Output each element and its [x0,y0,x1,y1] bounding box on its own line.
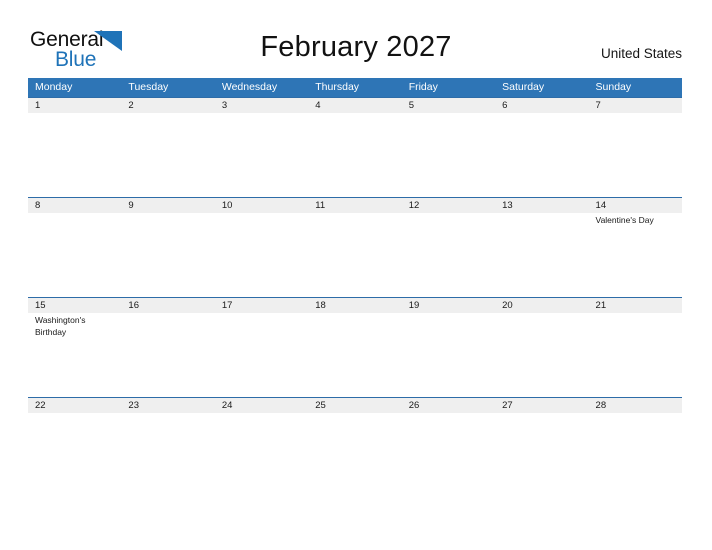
day-event[interactable] [589,113,682,197]
day-event[interactable] [215,213,308,297]
day-number[interactable]: 16 [121,298,214,313]
calendar-week-row: 22 23 24 25 26 27 28 [28,397,682,497]
week-event-band: Valentine's Day [28,213,682,297]
day-event[interactable] [495,113,588,197]
day-number[interactable]: 3 [215,98,308,113]
day-event[interactable] [28,413,121,497]
day-number[interactable]: 26 [402,398,495,413]
day-event-washingtons-birthday[interactable]: Washington's Birthday [28,313,121,397]
week-number-band: 1 2 3 4 5 6 7 [28,98,682,113]
day-header-saturday: Saturday [502,81,545,93]
day-event[interactable] [308,213,401,297]
calendar-page: General Blue February 2027 United States… [0,0,712,550]
day-number[interactable]: 12 [402,198,495,213]
day-event[interactable] [495,313,588,397]
day-number[interactable]: 19 [402,298,495,313]
day-number[interactable]: 23 [121,398,214,413]
day-number[interactable]: 11 [308,198,401,213]
day-number[interactable]: 7 [589,98,682,113]
calendar-week-row: 8 9 10 11 12 13 14 Valentine's Day [28,197,682,297]
week-number-band: 22 23 24 25 26 27 28 [28,398,682,413]
calendar-week-row: 15 16 17 18 19 20 21 Washington's Birthd… [28,297,682,397]
day-number[interactable]: 24 [215,398,308,413]
day-number[interactable]: 10 [215,198,308,213]
day-header-thursday: Thursday [315,81,360,93]
day-event[interactable] [589,413,682,497]
day-number[interactable]: 21 [589,298,682,313]
day-event[interactable] [402,213,495,297]
day-event[interactable] [402,113,495,197]
day-number[interactable]: 4 [308,98,401,113]
page-header: General Blue February 2027 United States [0,0,712,78]
day-event[interactable] [28,213,121,297]
day-number[interactable]: 2 [121,98,214,113]
day-event[interactable] [121,313,214,397]
day-event[interactable] [121,413,214,497]
day-event-valentines[interactable]: Valentine's Day [589,213,682,297]
day-header-sunday: Sunday [595,81,632,93]
day-number[interactable]: 27 [495,398,588,413]
day-number[interactable]: 28 [589,398,682,413]
day-number[interactable]: 15 [28,298,121,313]
day-header-monday: Monday [35,81,73,93]
week-number-band: 8 9 10 11 12 13 14 [28,198,682,213]
day-number[interactable]: 17 [215,298,308,313]
day-number[interactable]: 13 [495,198,588,213]
day-number[interactable]: 18 [308,298,401,313]
calendar-week-row: 1 2 3 4 5 6 7 [28,97,682,197]
day-event[interactable] [215,413,308,497]
day-event[interactable] [495,213,588,297]
day-header-tuesday: Tuesday [128,81,169,93]
day-event[interactable] [215,313,308,397]
day-number[interactable]: 20 [495,298,588,313]
day-number[interactable]: 25 [308,398,401,413]
day-event[interactable] [402,313,495,397]
week-event-band [28,413,682,497]
day-event[interactable] [215,113,308,197]
day-event[interactable] [308,113,401,197]
day-event[interactable] [121,213,214,297]
day-header-wednesday: Wednesday [221,81,278,93]
day-of-week-header-row: Monday Tuesday Wednesday Thursday Friday… [28,78,682,97]
day-event[interactable] [28,113,121,197]
day-number[interactable]: 5 [402,98,495,113]
day-header-friday: Friday [408,81,438,93]
day-number[interactable]: 6 [495,98,588,113]
day-number[interactable]: 1 [28,98,121,113]
day-event[interactable] [495,413,588,497]
day-event[interactable] [589,313,682,397]
week-event-band: Washington's Birthday [28,313,682,397]
day-event[interactable] [402,413,495,497]
day-number[interactable]: 22 [28,398,121,413]
day-event[interactable] [308,313,401,397]
day-event[interactable] [308,413,401,497]
week-event-band [28,113,682,197]
country-label: United States [600,46,682,61]
week-number-band: 15 16 17 18 19 20 21 [28,298,682,313]
calendar-table: Monday Tuesday Wednesday Thursday Friday… [28,78,682,497]
day-number[interactable]: 9 [121,198,214,213]
day-number[interactable]: 14 [589,198,682,213]
day-event[interactable] [121,113,214,197]
day-number[interactable]: 8 [28,198,121,213]
